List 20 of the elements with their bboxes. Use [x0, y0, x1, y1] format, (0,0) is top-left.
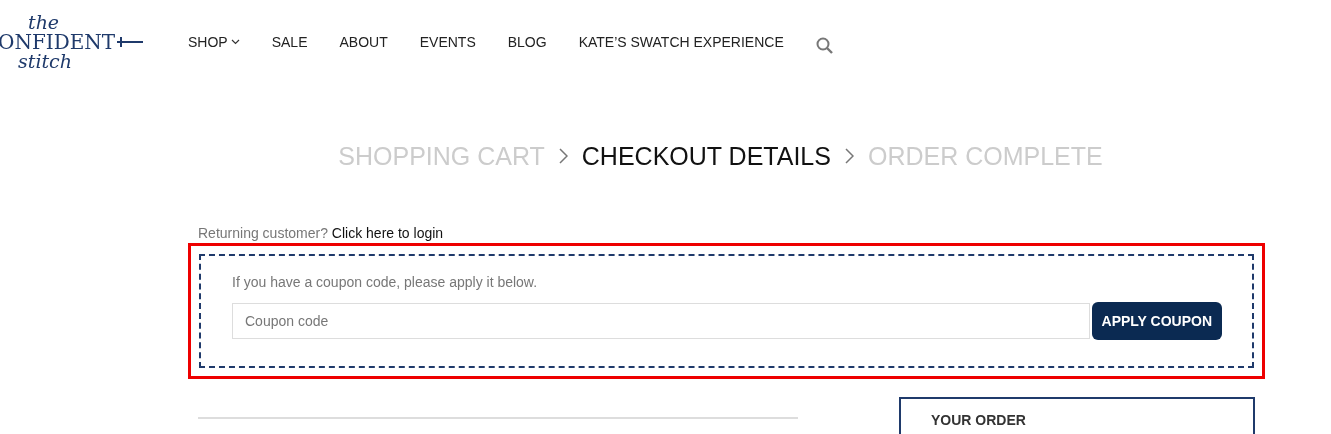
- coupon-message: If you have a coupon code, please apply it below.: [232, 274, 539, 290]
- coupon-field[interactable]: Coupon code: [232, 303, 1090, 339]
- nav-link[interactable]: SALE: [271, 34, 308, 50]
- chevron-icon: [844, 148, 854, 164]
- apply-coupon-button[interactable]: APPLY COUPON: [1091, 302, 1222, 340]
- logo-text: stitch: [18, 52, 72, 71]
- login-prompt: Returning customer?: [198, 225, 328, 241]
- needle-icon: [117, 35, 144, 49]
- logo-text: the: [28, 13, 60, 32]
- nav-link[interactable]: KATE’S SWATCH EXPERIENCE: [578, 34, 784, 50]
- search-icon[interactable]: [815, 36, 833, 54]
- caret-icon: [230, 39, 240, 45]
- login-link[interactable]: Click here to login: [331, 225, 444, 241]
- nav-link[interactable]: SHOP: [188, 34, 240, 50]
- step-link[interactable]: CHECKOUT DETAILS: [581, 141, 831, 171]
- nav-link[interactable]: ABOUT: [339, 34, 388, 50]
- nav-link[interactable]: BLOG: [507, 34, 547, 50]
- nav-link[interactable]: EVENTS: [419, 34, 476, 50]
- chevron-icon: [558, 148, 568, 164]
- order-heading: YOUR ORDER: [931, 412, 1026, 428]
